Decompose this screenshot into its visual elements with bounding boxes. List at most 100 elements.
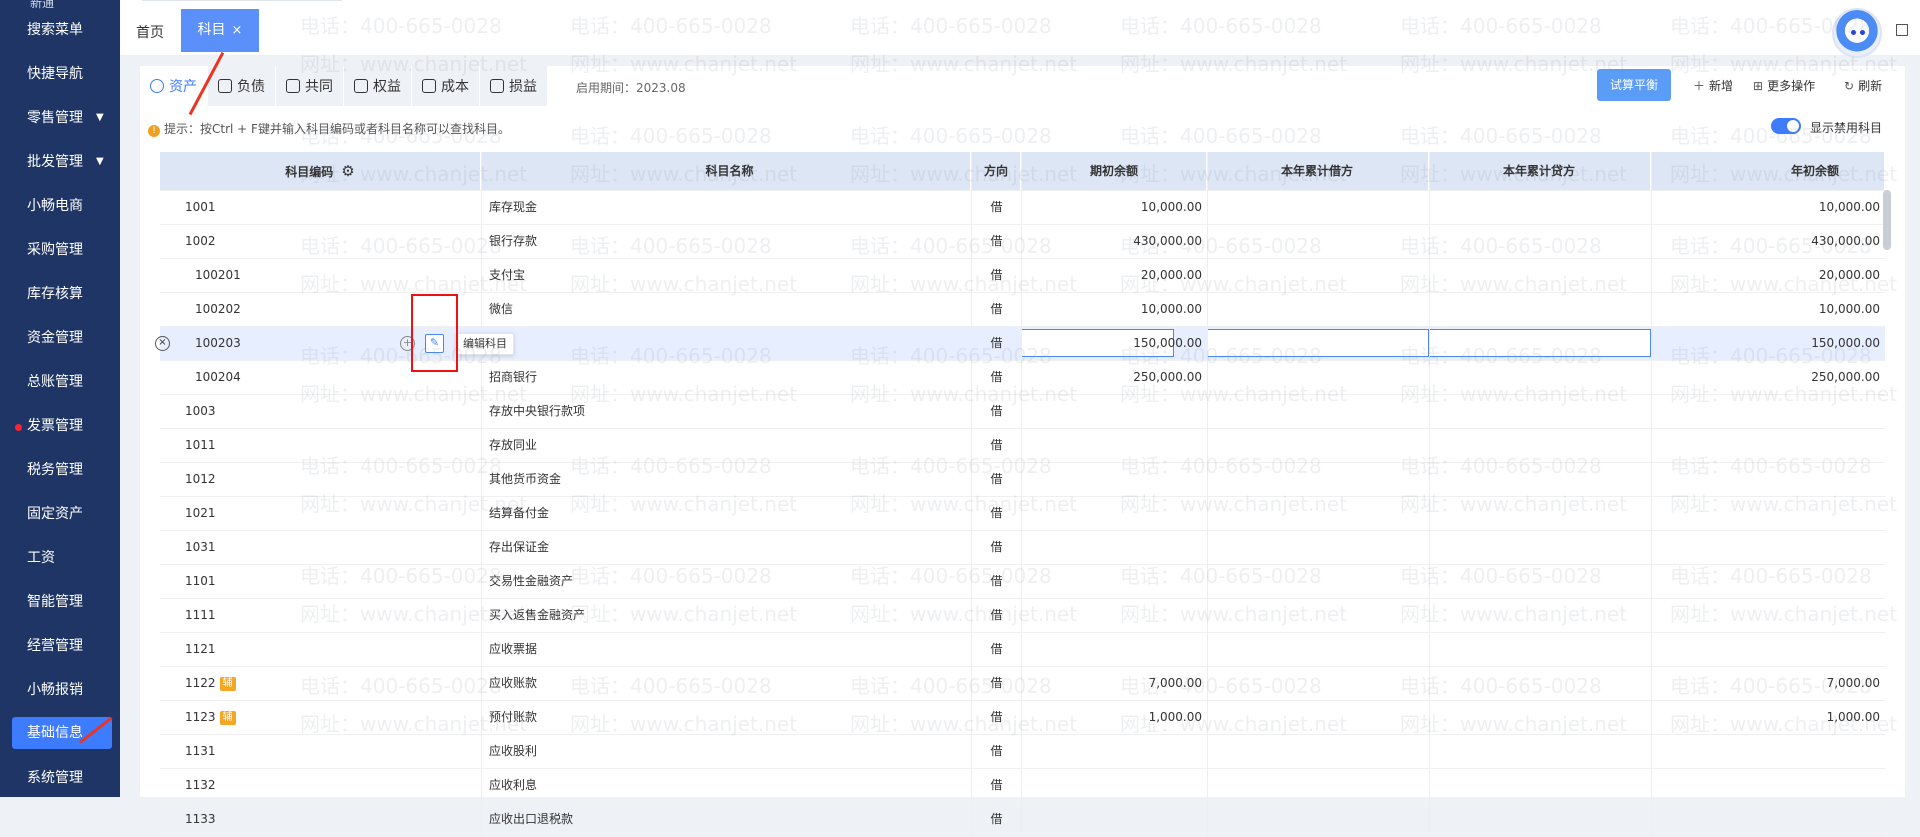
table-row[interactable]: 1012 其他货币资金借 <box>160 463 1885 497</box>
add-label: 新增 <box>1709 79 1734 93</box>
refresh-button[interactable]: ↻ 刷新 <box>1844 77 1882 94</box>
cell-debit <box>1207 701 1429 734</box>
table-row[interactable]: 1122 辅应收账款借 7,000.00 7,000.00 <box>160 667 1885 701</box>
tab-home[interactable]: 首页 <box>136 22 164 42</box>
category-tab[interactable]: 共同 <box>276 66 344 106</box>
show-disabled-toggle[interactable] <box>1771 118 1801 134</box>
cell-code: 1132 <box>160 769 481 802</box>
sidebar-item[interactable]: 搜索菜单 <box>0 12 120 48</box>
table-row[interactable]: 1111 买入返售金融资产借 <box>160 599 1885 633</box>
category-tab-label: 共同 <box>305 79 333 95</box>
table-row[interactable]: 1101 交易性金融资产借 <box>160 565 1885 599</box>
cell-debit <box>1207 225 1429 258</box>
sidebar-item[interactable]: 资金管理 <box>0 320 120 356</box>
cell-direction: 借 <box>971 667 1021 700</box>
table-row[interactable]: 1131 应收股利借 <box>160 735 1885 769</box>
sidebar-item[interactable]: 固定资产 <box>0 496 120 532</box>
sidebar-item[interactable]: 采购管理 <box>0 232 120 268</box>
cell-debit <box>1207 395 1429 428</box>
subject-code: 1121 <box>185 642 216 656</box>
header-opening: 期初余额 <box>1021 152 1207 190</box>
cell-debit <box>1207 429 1429 462</box>
sidebar-item[interactable]: 智能管理 <box>0 584 120 620</box>
cell-code: 1011 <box>160 429 481 462</box>
table-row[interactable]: 1021 结算备付金借 <box>160 497 1885 531</box>
category-tab[interactable]: 负债 <box>208 66 276 106</box>
table-row[interactable]: 1123 辅预付账款借 1,000.00 1,000.00 <box>160 701 1885 735</box>
sidebar-item[interactable]: 发票管理 <box>0 408 120 444</box>
cell-code: 1123 辅 <box>160 701 481 734</box>
cell-opening: 430,000.00 <box>1021 225 1207 258</box>
gear-icon[interactable]: ⚙ <box>341 152 354 190</box>
cell-debit <box>1207 667 1429 700</box>
table-row[interactable]: 1031 存出保证金借 <box>160 531 1885 565</box>
sidebar-item[interactable]: 小畅电商 <box>0 188 120 224</box>
assistant-avatar[interactable] <box>1832 8 1882 58</box>
cell-name: 存放同业 <box>481 429 971 462</box>
table-row[interactable]: 1121 应收票据借 <box>160 633 1885 667</box>
tab-divider <box>142 0 342 1</box>
info-icon: ! <box>148 125 160 137</box>
subject-code: 1021 <box>185 506 216 520</box>
sidebar-item[interactable]: 税务管理 <box>0 452 120 488</box>
cell-debit <box>1207 531 1429 564</box>
cell-debit <box>1207 599 1429 632</box>
sidebar-item[interactable]: 库存核算 <box>0 276 120 312</box>
sidebar-item[interactable]: 基础信息 <box>12 717 112 749</box>
category-tab[interactable]: 成本 <box>412 66 480 106</box>
table-row[interactable]: 1003 存放中央银行款项借 <box>160 395 1885 429</box>
cell-year-start <box>1651 769 1885 802</box>
cell-name: 结算备付金 <box>481 497 971 530</box>
header-code: 科目编码 ⚙ <box>160 152 481 190</box>
cell-credit <box>1429 463 1651 496</box>
cell-opening[interactable]: 150,000.00 <box>1021 327 1207 360</box>
cell-code: 1021 <box>160 497 481 530</box>
table-row[interactable]: 100201 支付宝借 20,000.00 20,000.00 <box>160 259 1885 293</box>
cell-year-start <box>1651 395 1885 428</box>
cell-code: 1131 <box>160 735 481 768</box>
table-row[interactable]: 1132 应收利息借 <box>160 769 1885 803</box>
sidebar-item[interactable]: 工资 <box>0 540 120 576</box>
close-tab-icon[interactable]: × <box>232 23 243 38</box>
cell-year-start <box>1651 803 1885 836</box>
table-row[interactable]: 1001 库存现金借 10,000.00 10,000.00 <box>160 191 1885 225</box>
sidebar-item-label: 经营管理 <box>27 638 83 654</box>
header-credit: 本年累计贷方 <box>1429 152 1651 190</box>
cell-name: 应收利息 <box>481 769 971 802</box>
sidebar-item[interactable]: 小畅报销 <box>0 672 120 708</box>
table-row[interactable]: 1002 银行存款借 430,000.00 430,000.00 <box>160 225 1885 259</box>
sidebar-item[interactable]: 总账管理 <box>0 364 120 400</box>
category-tab[interactable]: 损益 <box>480 66 548 106</box>
table-row[interactable]: 1133 应收出口退税款借 <box>160 803 1885 837</box>
category-tab-label: 资产 <box>169 79 197 95</box>
cell-year-start <box>1651 531 1885 564</box>
common-icon <box>286 79 300 93</box>
cell-name: 应收票据 <box>481 633 971 666</box>
sidebar-item[interactable]: 系统管理 <box>0 760 120 796</box>
cell-code: 1003 <box>160 395 481 428</box>
category-tab[interactable]: 权益 <box>344 66 412 106</box>
fullscreen-icon[interactable] <box>1896 24 1908 36</box>
sidebar-item-label: 发票管理 <box>27 418 83 434</box>
cell-year-start: 7,000.00 <box>1651 667 1885 700</box>
delete-row-icon[interactable]: × <box>155 336 170 351</box>
more-actions-button[interactable]: ⊞ 更多操作 <box>1753 77 1815 94</box>
cell-debit <box>1207 463 1429 496</box>
sidebar-item[interactable]: 批发管理 ▼ <box>0 144 120 180</box>
cell-credit <box>1429 259 1651 292</box>
sidebar-item-label: 批发管理 <box>27 154 83 170</box>
tab-subjects[interactable]: 科目 × <box>181 9 259 52</box>
sidebar-item[interactable]: 零售管理 ▼ <box>0 100 120 136</box>
trial-balance-button[interactable]: 试算平衡 <box>1597 69 1671 101</box>
table-row[interactable]: 1011 存放同业借 <box>160 429 1885 463</box>
cell-direction: 借 <box>971 769 1021 802</box>
add-button[interactable]: ＋新增 <box>1693 77 1733 94</box>
plus-icon: ＋ <box>1693 79 1706 93</box>
avatar-eye-icon <box>1860 30 1865 35</box>
sidebar-item[interactable]: 经营管理 <box>0 628 120 664</box>
scrollbar[interactable] <box>1883 190 1891 250</box>
cell-year-start: 150,000.00 <box>1651 327 1885 360</box>
sidebar-item[interactable]: 快捷导航 <box>0 56 120 92</box>
subject-code: 100203 <box>195 336 241 350</box>
cell-name: 银行存款 <box>481 225 971 258</box>
